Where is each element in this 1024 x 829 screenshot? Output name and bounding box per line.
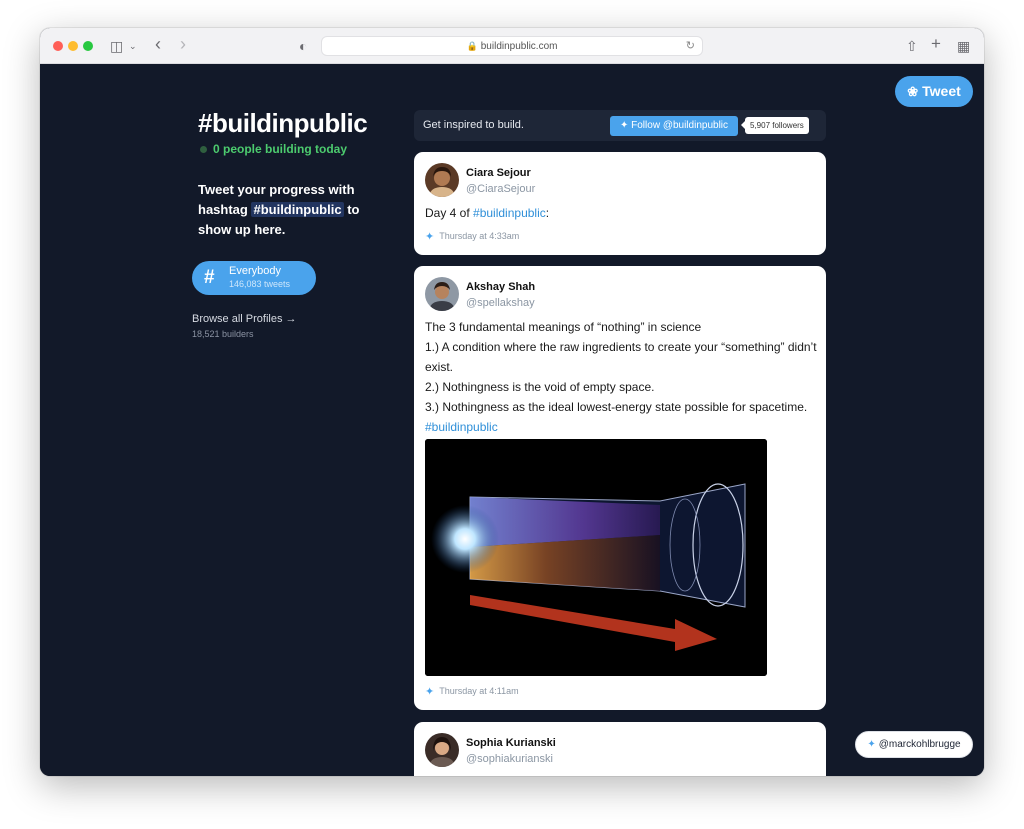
follow-button[interactable]: ✦ Follow @buildinpublic (610, 116, 738, 136)
tweet-card[interactable]: Akshay Shah @spellakshay The 3 fundament… (414, 266, 826, 710)
browse-profiles-link[interactable]: Browse all Profiles → (192, 313, 297, 325)
hashtag-link[interactable]: #buildinpublic (473, 206, 546, 220)
timestamp-text: Thursday at 4:11am (439, 686, 519, 696)
browser-toolbar: ◫ ⌄ ‹ › ◐ 🔒 buildinpublic.com ↻ ⇧ + ▦ (40, 28, 984, 64)
browser-window: ◫ ⌄ ‹ › ◐ 🔒 buildinpublic.com ↻ ⇧ + ▦ ❀ Tw… (40, 28, 984, 776)
tweet-image[interactable] (425, 439, 767, 676)
tab-overview-icon[interactable]: ▦ (957, 36, 970, 56)
feather-icon: ❀ (907, 84, 919, 99)
tweet-author-handle[interactable]: @sophiakurianski (466, 753, 553, 765)
minimize-window-button[interactable] (68, 41, 78, 51)
twitter-bird-icon: ✦ (619, 120, 629, 131)
tweet-author-name[interactable]: Ciara Sejour (466, 167, 531, 179)
twitter-bird-icon: ✦ (425, 231, 435, 243)
tweet-text: Day 4 of #buildinpublic: (425, 203, 817, 223)
tweet-text-part: Day 4 of (425, 206, 474, 220)
credit-text: @marckohlbrugge (878, 739, 961, 750)
avatar[interactable] (425, 277, 459, 311)
tweet-text-line: 2.) Nothingness is the void of empty spa… (425, 380, 655, 394)
intro-text: Tweet your progress with hashtag #buildi… (198, 180, 388, 240)
privacy-shield-icon[interactable]: ◐ (299, 36, 307, 56)
reload-icon[interactable]: ↻ (686, 37, 695, 55)
tweet-author-handle[interactable]: @CiaraSejour (466, 183, 535, 195)
hashtag-link[interactable]: #buildinpublic (425, 420, 498, 434)
follower-count-badge: 5,907 followers (741, 117, 809, 134)
share-icon[interactable]: ⇧ (906, 36, 918, 56)
maker-credit-link[interactable]: ✦ @marckohlbrugge (855, 731, 973, 758)
tweet-text-line: The 3 fundamental meanings of “nothing” … (425, 320, 702, 334)
tweet-button[interactable]: ❀ Tweet (895, 76, 973, 107)
close-window-button[interactable] (53, 41, 63, 51)
tweet-text: The 3 fundamental meanings of “nothing” … (425, 317, 817, 437)
intro-hashtag[interactable]: #buildinpublic (251, 202, 344, 217)
hash-icon: # (204, 267, 215, 288)
tweet-text-line: 1.) A condition where the raw ingredient… (425, 340, 817, 374)
tweet-author-name[interactable]: Sophia Kurianski (466, 737, 556, 749)
twitter-bird-icon: ✦ (867, 739, 876, 750)
tweet-author-handle[interactable]: @spellakshay (466, 297, 535, 309)
chevron-down-icon[interactable]: ⌄ (129, 36, 137, 56)
site-title: #buildinpublic (198, 108, 368, 138)
new-tab-icon[interactable]: + (931, 34, 941, 54)
sidebar-toggle-icon[interactable]: ◫ (110, 36, 123, 56)
tweet-author-name[interactable]: Akshay Shah (466, 281, 535, 293)
twitter-bird-icon: ✦ (425, 686, 435, 698)
timestamp-text: Thursday at 4:33am (439, 231, 520, 241)
tweet-text-part: : (545, 206, 550, 220)
lock-icon: 🔒 (466, 41, 478, 51)
live-status-text: 0 people building today (213, 142, 348, 156)
page-content: ❀ Tweet #buildinpublic 0 people building … (40, 64, 984, 776)
tweet-text-line: 3.) Nothingness as the ideal lowest-ener… (425, 397, 817, 437)
tweet-card[interactable]: Ciara Sejour @CiaraSejour Day 4 of #buil… (414, 152, 826, 255)
tweet-card[interactable]: Sophia Kurianski @sophiakurianski (414, 722, 826, 776)
builders-count: 18,521 builders (192, 329, 254, 339)
back-arrow-icon[interactable]: ‹ (155, 34, 161, 54)
tweet-text-part: 3.) Nothingness as the ideal lowest-ener… (425, 400, 808, 414)
zoom-window-button[interactable] (83, 41, 93, 51)
follow-label: Follow @buildinpublic (631, 120, 729, 131)
address-bar[interactable]: 🔒 buildinpublic.com ↻ (321, 36, 703, 56)
tweet-button-label: Tweet (922, 83, 961, 99)
avatar[interactable] (425, 733, 459, 767)
filter-label: Everybody (229, 265, 281, 277)
url-text: buildinpublic.com (480, 41, 558, 52)
avatar[interactable] (425, 163, 459, 197)
feed-tagline: Get inspired to build. (423, 119, 524, 131)
live-status: 0 people building today (200, 142, 347, 156)
tweet-timestamp[interactable]: ✦ Thursday at 4:11am (425, 685, 519, 698)
everybody-filter-button[interactable]: # Everybody 146,083 tweets (192, 261, 316, 295)
forward-arrow-icon[interactable]: › (180, 34, 186, 54)
status-dot-icon (200, 146, 207, 153)
feed-header: Get inspired to build. ✦ Follow @buildin… (414, 110, 826, 141)
filter-tweet-count: 146,083 tweets (229, 279, 291, 289)
tweet-timestamp[interactable]: ✦ Thursday at 4:33am (425, 230, 519, 243)
